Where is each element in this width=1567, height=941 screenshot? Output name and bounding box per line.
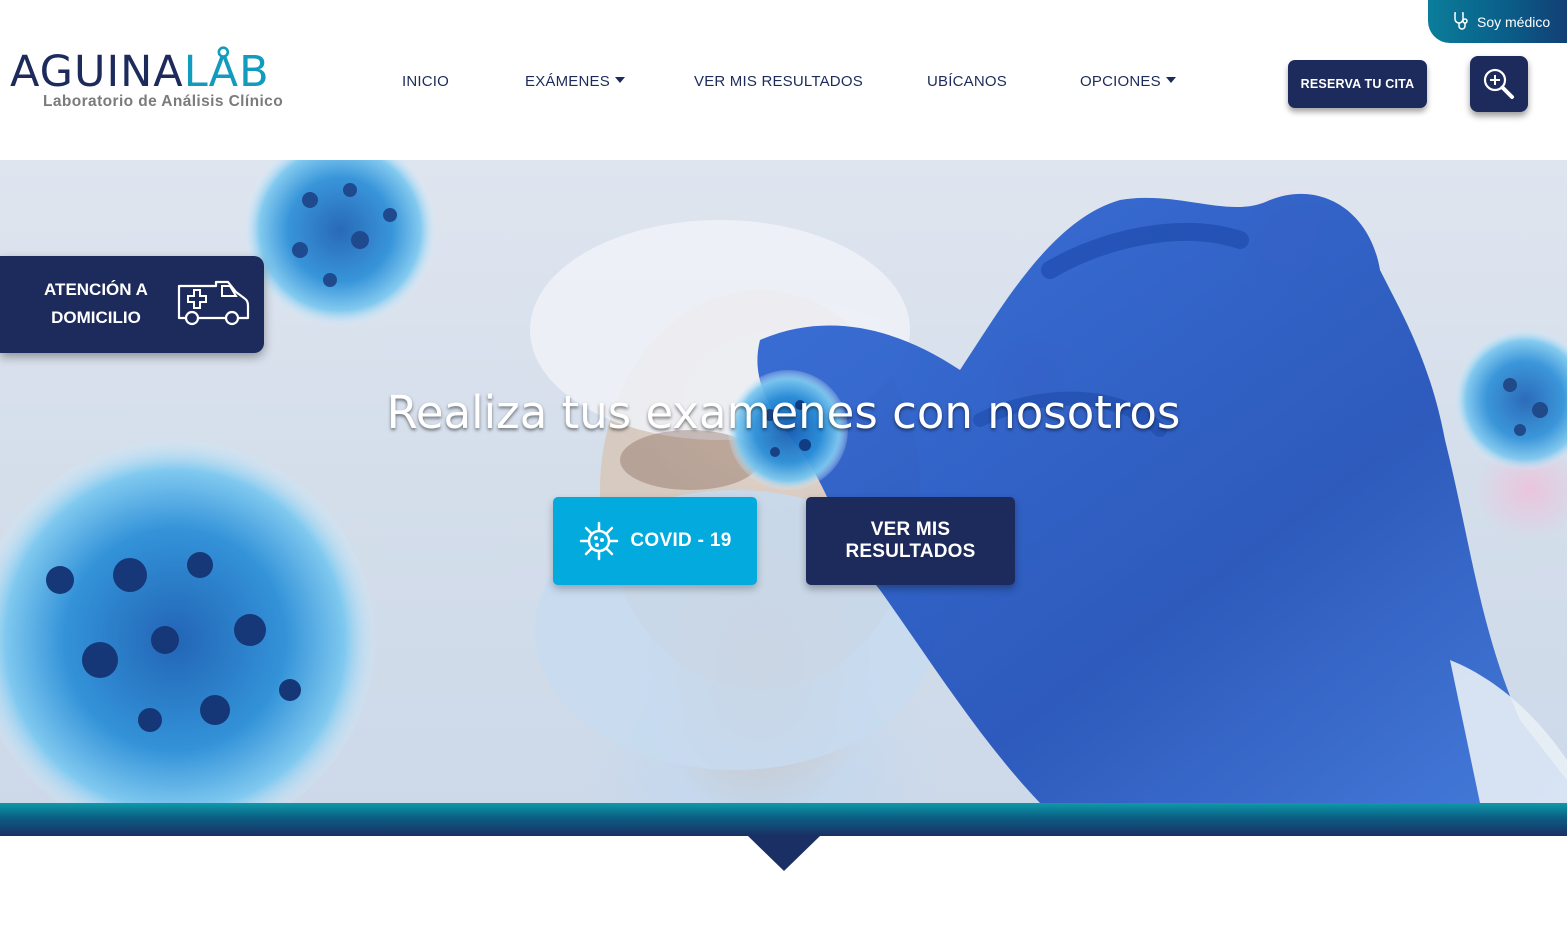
nav-item-label: UBÍCANOS <box>927 73 1007 90</box>
hero-title: Realiza tus examenes con nosotros <box>386 386 1181 439</box>
nav-item-examenes[interactable]: EXÁMENES <box>525 73 625 90</box>
nav-item-ubicanos[interactable]: UBÍCANOS <box>927 73 1007 90</box>
zoom-in-icon <box>1483 68 1514 99</box>
covid-19-label: COVID - 19 <box>630 530 732 551</box>
soy-medico-tab[interactable]: Soy médico <box>1428 0 1567 43</box>
ambulance-icon <box>177 280 250 326</box>
nav-item-label: OPCIONES <box>1080 73 1161 90</box>
atencion-a-domicilio-label: ATENCIÓN A DOMICILIO <box>44 280 148 327</box>
nav-item-label: VER MIS RESULTADOS <box>694 73 863 90</box>
nav-item-label: EXÁMENES <box>525 73 610 90</box>
soy-medico-label: Soy médico <box>1477 13 1551 30</box>
caret-down-icon <box>614 77 625 83</box>
reserva-tu-cita-button[interactable]: RESERVA TU CITA <box>1288 60 1427 108</box>
hero-banner: ATENCIÓN A DOMICILIO Realiza tus examene… <box>0 160 1567 803</box>
logo-wordmark: AGUINALÅB <box>10 47 330 97</box>
nav-item-inicio[interactable]: INICIO <box>402 73 449 90</box>
logo-tagline: Laboratorio de Análisis Clínico <box>43 93 284 110</box>
logo[interactable]: AGUINALÅB Laboratorio de Análisis Clínic… <box>10 47 330 115</box>
stethoscope-icon <box>1454 11 1468 30</box>
nav-item-ver-mis-resultados[interactable]: VER MIS RESULTADOS <box>694 73 863 90</box>
search-button[interactable] <box>1470 56 1528 112</box>
section-divider-band <box>0 803 1567 836</box>
down-arrow-icon <box>748 836 820 871</box>
logo-text-accent: LÅB <box>183 47 270 97</box>
caret-down-icon <box>1165 77 1176 83</box>
covid-19-button[interactable]: COVID - 19 <box>553 497 757 585</box>
logo-text-primary: AGUINA <box>10 47 184 97</box>
nav-item-opciones[interactable]: OPCIONES <box>1080 73 1176 90</box>
ver-mis-resultados-button[interactable]: VER MIS RESULTADOS <box>806 497 1015 585</box>
nav-item-label: INICIO <box>402 73 450 90</box>
atencion-a-domicilio-card[interactable]: ATENCIÓN A DOMICILIO <box>0 256 264 353</box>
virus-icon <box>580 521 619 561</box>
